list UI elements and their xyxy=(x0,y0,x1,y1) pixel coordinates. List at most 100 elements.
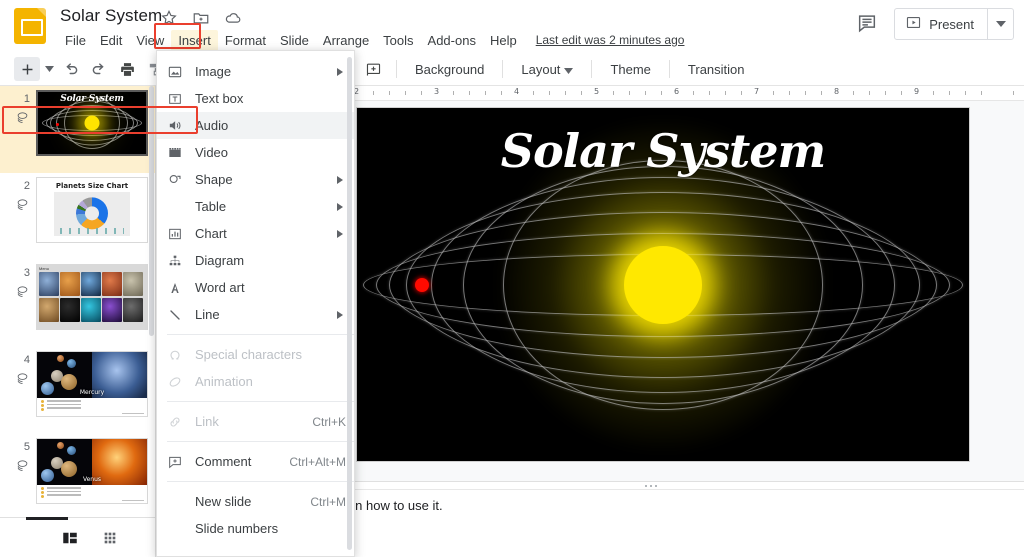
new-slide-button[interactable] xyxy=(14,57,40,81)
slide-3-meta: 3 xyxy=(0,264,36,304)
slide-5-thumbnail[interactable]: Venus xyxy=(36,438,148,504)
dropdown-scrollbar[interactable] xyxy=(347,57,352,550)
menu-item-label: Audio xyxy=(195,118,229,133)
menu-item-table[interactable]: Table xyxy=(157,193,354,220)
submenu-arrow-icon xyxy=(334,229,346,238)
menu-item-audio[interactable]: Audio xyxy=(157,112,354,139)
ruler-tick xyxy=(741,91,742,95)
menu-item-diagram[interactable]: Diagram xyxy=(157,247,354,274)
present-play-icon xyxy=(905,14,922,34)
theme-button[interactable]: Theme xyxy=(602,59,658,80)
title-bar: Solar System File Edit View Insert Forma… xyxy=(0,0,1024,52)
last-edit-label[interactable]: Last edit was 2 minutes ago xyxy=(536,33,685,47)
add-slide-icon[interactable] xyxy=(360,57,386,81)
google-slides-logo[interactable] xyxy=(14,8,46,44)
text-box-icon xyxy=(167,91,189,107)
slide-4-thumbnail[interactable]: Mercury xyxy=(36,351,148,417)
slide-2-thumb-title: Planets Size Chart xyxy=(55,182,129,190)
filmstrip-slide-2[interactable]: 2 Planets Size Chart xyxy=(0,173,155,260)
sun-shape xyxy=(624,245,702,324)
menu-view[interactable]: View xyxy=(129,30,171,51)
filmstrip-scrollbar[interactable] xyxy=(148,86,155,517)
menu-item-line[interactable]: Line xyxy=(157,301,354,328)
ruler-number: 9 xyxy=(914,87,920,96)
menu-item-text-box[interactable]: Text box xyxy=(157,85,354,112)
toolbar-left-group xyxy=(14,57,168,81)
menu-item-label: New slide xyxy=(195,494,252,509)
ruler-number: 5 xyxy=(594,87,600,96)
menu-tools[interactable]: Tools xyxy=(376,30,420,51)
menu-edit[interactable]: Edit xyxy=(93,30,129,51)
layout-button[interactable]: Layout xyxy=(513,59,581,80)
menu-item-image[interactable]: Image xyxy=(157,58,354,85)
thumb-sun xyxy=(84,115,100,131)
insert-dropdown-menu[interactable]: Image Text box Audio Video Shape Table C… xyxy=(156,50,355,557)
present-button[interactable]: Present xyxy=(895,9,987,39)
chevron-down-icon xyxy=(564,62,574,77)
menu-file[interactable]: File xyxy=(58,30,93,51)
menu-arrange[interactable]: Arrange xyxy=(316,30,376,51)
ruler-tick xyxy=(869,91,870,95)
cloud-saved-icon[interactable] xyxy=(224,9,242,27)
filmstrip-slide-4[interactable]: 4 Mercury xyxy=(0,347,155,434)
menu-item-label: Text box xyxy=(195,91,244,106)
menu-help[interactable]: Help xyxy=(483,30,524,51)
menu-addons[interactable]: Add-ons xyxy=(421,30,483,51)
slide-3-thumbnail[interactable]: Menu xyxy=(36,264,148,330)
ruler-tick xyxy=(389,91,390,95)
filmstrip-view-button[interactable] xyxy=(50,523,90,553)
menu-bar: File Edit View Insert Format Slide Arran… xyxy=(58,29,685,51)
ruler-tick xyxy=(853,91,854,95)
menu-item-slide-numbers[interactable]: Slide numbers xyxy=(157,515,354,542)
slide-number: 3 xyxy=(23,267,30,279)
present-dropdown-caret[interactable] xyxy=(987,9,1013,39)
animation-icon xyxy=(167,374,189,390)
ruler-tick xyxy=(501,91,502,95)
word-art-icon xyxy=(167,280,189,296)
undo-button[interactable] xyxy=(58,57,84,81)
star-icon[interactable] xyxy=(160,9,178,27)
shape-icon xyxy=(167,172,189,188)
ruler-tick xyxy=(405,91,406,95)
slide-filmstrip[interactable]: 1 Solar System 2 Planets Size Chart 3 Me… xyxy=(0,86,156,517)
print-button[interactable] xyxy=(114,57,140,81)
ruler-tick xyxy=(549,91,550,95)
menu-format[interactable]: Format xyxy=(218,30,273,51)
ruler-tick xyxy=(789,91,790,95)
menu-item-chart[interactable]: Chart xyxy=(157,220,354,247)
menu-item-shortcut: Ctrl+K xyxy=(312,414,346,429)
menu-separator xyxy=(167,401,354,402)
menu-item-video[interactable]: Video xyxy=(157,139,354,166)
layout-label: Layout xyxy=(521,61,561,77)
menu-slide[interactable]: Slide xyxy=(273,30,316,51)
background-button[interactable]: Background xyxy=(407,59,492,80)
menu-item-label: Slide numbers xyxy=(195,521,279,536)
chart-icon xyxy=(167,226,189,242)
filmstrip-slide-1[interactable]: 1 Solar System xyxy=(0,86,155,173)
menu-insert[interactable]: Insert xyxy=(171,29,218,51)
new-slide-caret[interactable] xyxy=(42,57,56,81)
submenu-arrow-icon xyxy=(334,310,346,319)
ruler-tick xyxy=(981,91,982,95)
comment-history-icon[interactable] xyxy=(856,12,880,36)
filmstrip-slide-3[interactable]: 3 Menu xyxy=(0,260,155,347)
ruler-tick xyxy=(485,91,486,95)
slide-1-meta: 1 xyxy=(0,90,36,130)
filmstrip-slide-5[interactable]: 5 Venus xyxy=(0,434,155,517)
menu-item-label: Word art xyxy=(195,280,245,295)
slide-1-thumbnail[interactable]: Solar System xyxy=(36,90,148,156)
redo-button[interactable] xyxy=(86,57,112,81)
menu-item-shape[interactable]: Shape xyxy=(157,166,354,193)
transition-button[interactable]: Transition xyxy=(680,59,753,80)
grid-view-button[interactable] xyxy=(90,523,130,553)
menu-item-word-art[interactable]: Word art xyxy=(157,274,354,301)
document-title[interactable]: Solar System xyxy=(60,6,162,26)
menu-item-comment[interactable]: Comment Ctrl+Alt+M xyxy=(157,448,354,475)
menu-item-new-slide[interactable]: New slide Ctrl+M xyxy=(157,488,354,515)
move-to-folder-icon[interactable] xyxy=(192,9,210,27)
ruler-tick xyxy=(1013,91,1014,95)
slide-title-text[interactable]: Solar System xyxy=(357,124,969,178)
menu-item-label: Table xyxy=(195,199,227,214)
active-slide-canvas[interactable]: Solar System xyxy=(356,107,970,462)
slide-2-thumbnail[interactable]: Planets Size Chart xyxy=(36,177,148,243)
